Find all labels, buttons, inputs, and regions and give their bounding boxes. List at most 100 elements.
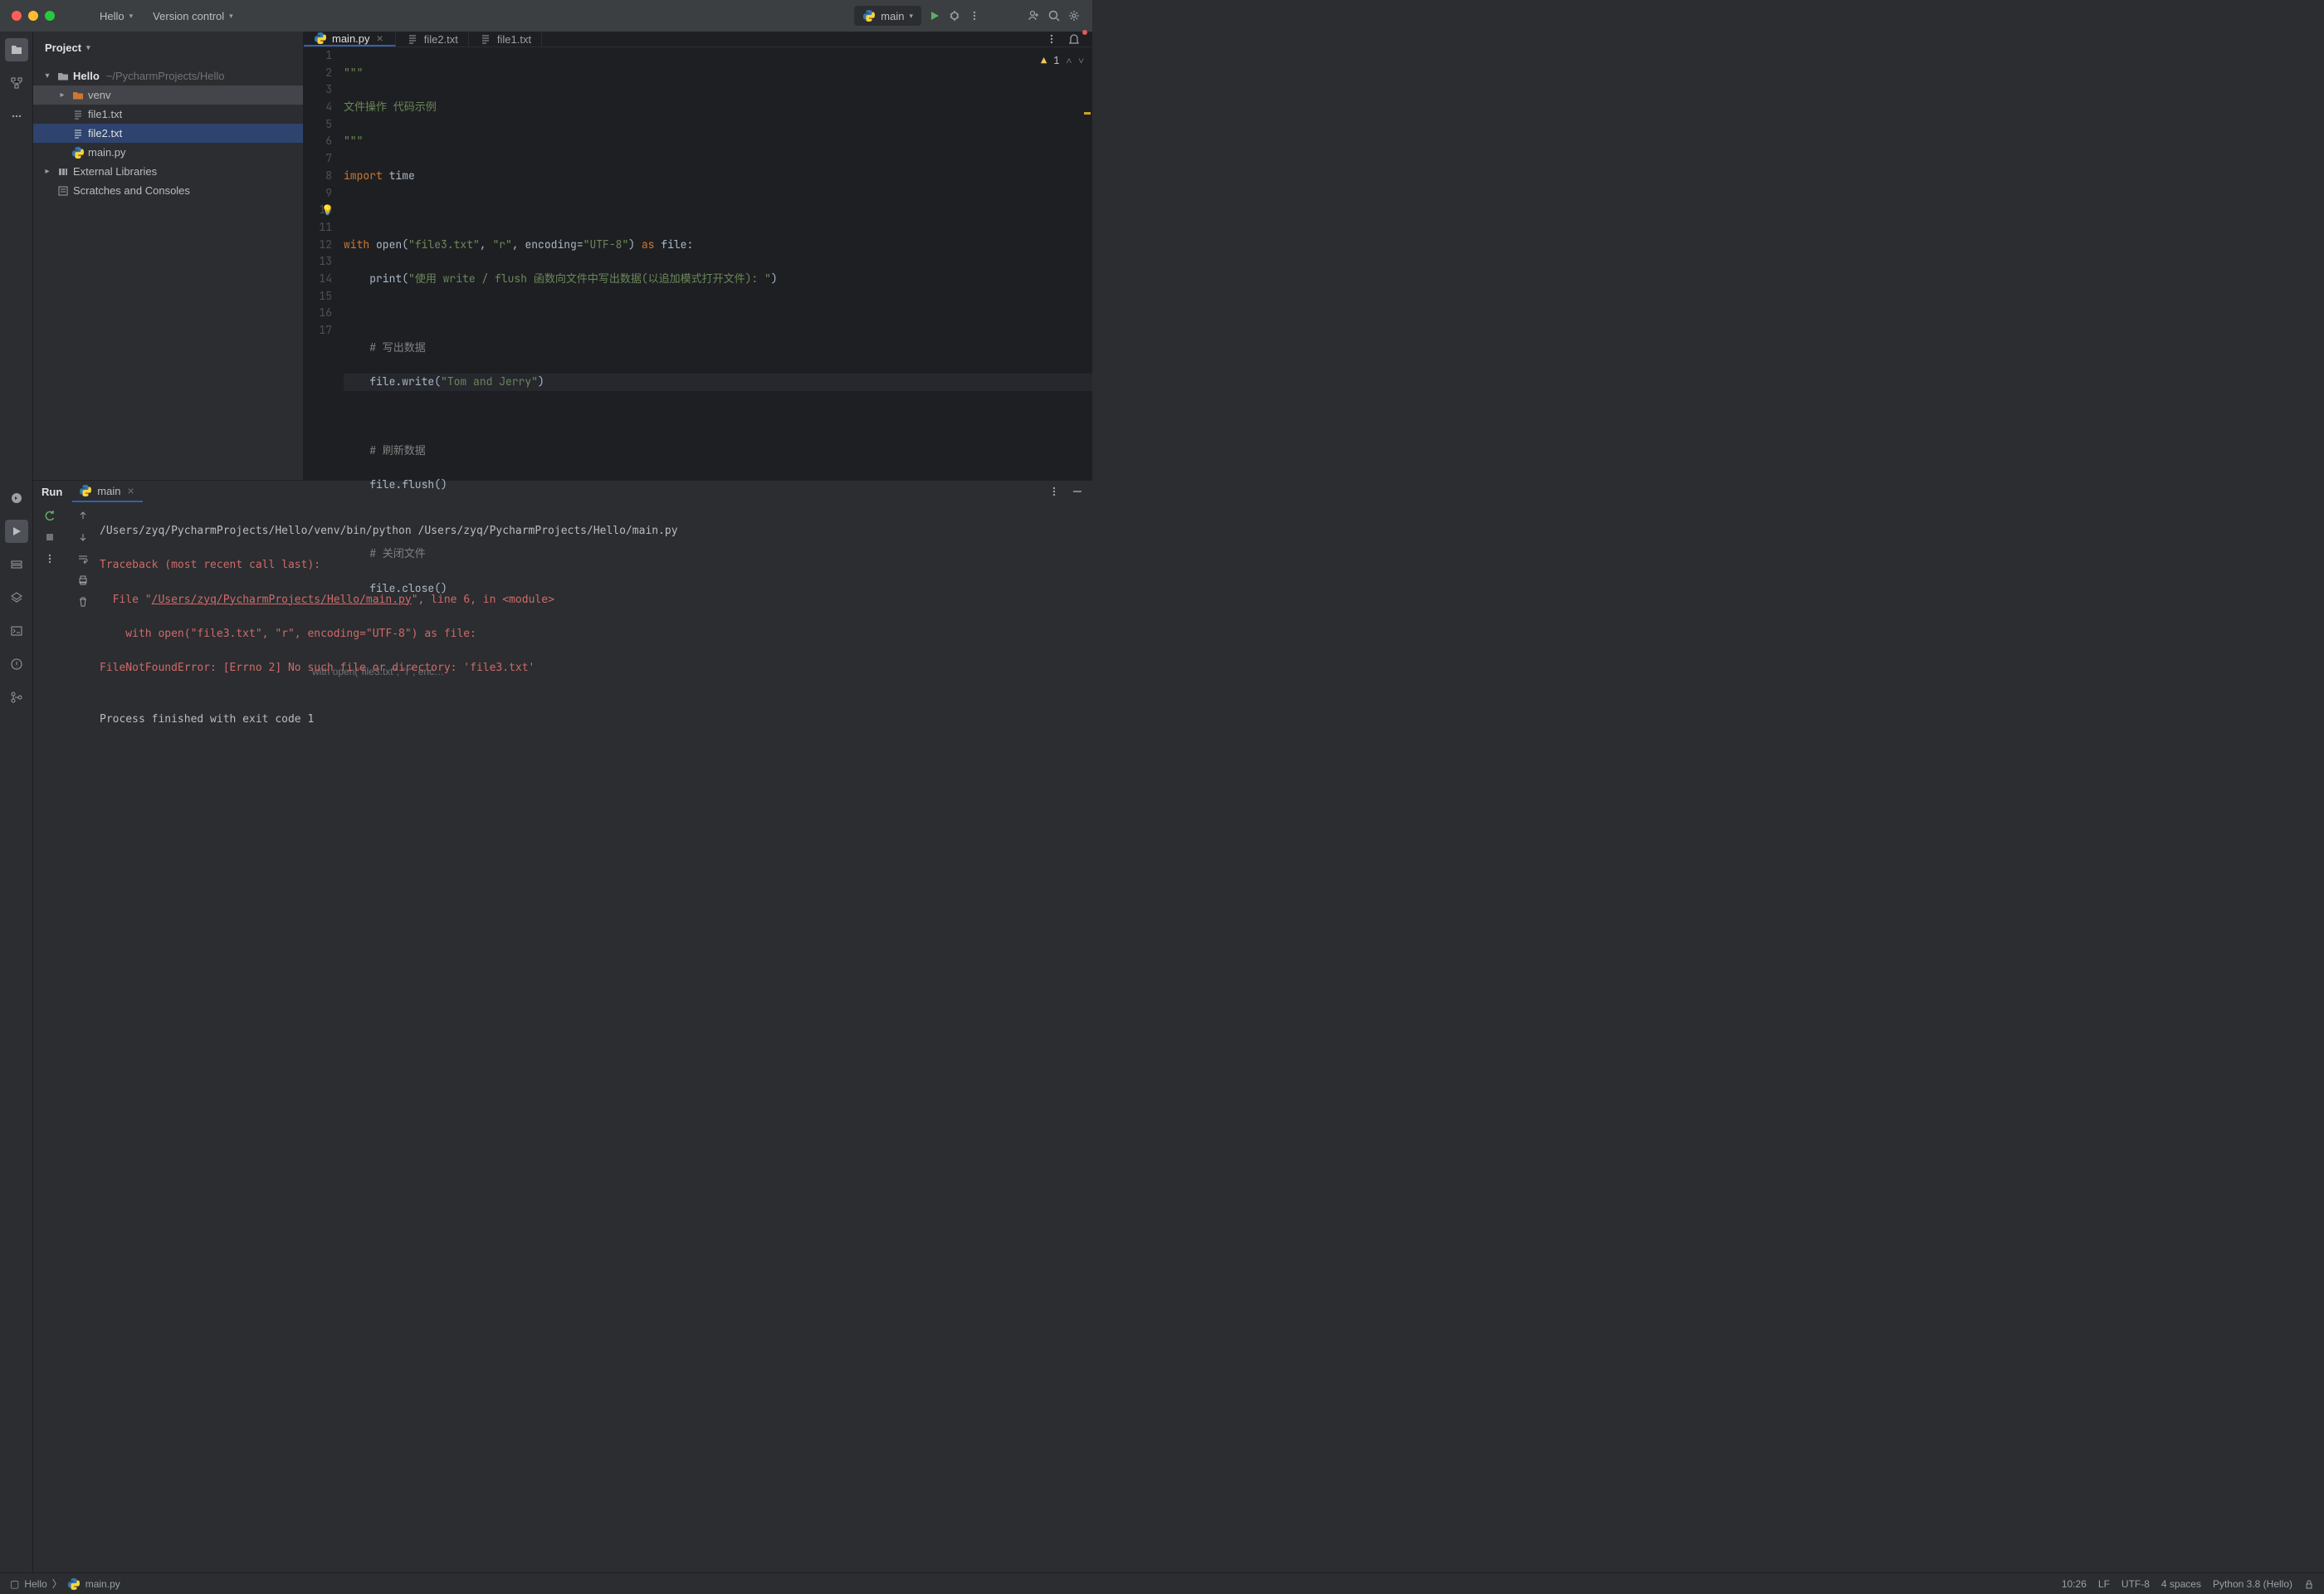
close-window[interactable] [12, 11, 22, 21]
terminal-button[interactable] [5, 619, 28, 643]
problems-button[interactable] [5, 653, 28, 676]
vcs-label: Version control [153, 10, 224, 22]
scroll-up-icon[interactable] [76, 509, 90, 522]
scratch-icon [56, 184, 70, 198]
titlebar: Hello ▾ Version control ▾ main ▾ [0, 0, 1092, 32]
code-area[interactable]: ▲ 1 ˄ ˅ 123456789 💡10 11121314151617 """… [304, 47, 1092, 666]
console-line: Process finished with exit code 1 [100, 711, 1092, 729]
tree-scratch[interactable]: Scratches and Consoles [33, 181, 303, 200]
notifications-icon[interactable] [1062, 32, 1086, 46]
debug-button[interactable] [948, 9, 961, 22]
text-file-icon [479, 32, 492, 46]
left-toolbar [0, 32, 33, 480]
run-tab-label: main [97, 485, 120, 497]
stop-icon[interactable] [43, 531, 56, 544]
status-breadcrumb[interactable]: ▢ Hello 〉 main.py [10, 1577, 120, 1591]
project-panel: Project ▾ ▾ Hello ~/PycharmProjects/Hell… [33, 32, 304, 480]
run-more-actions[interactable] [43, 552, 56, 565]
editor-tabs: main.py × file2.txt file1.txt [304, 32, 1092, 47]
close-tab-icon[interactable]: × [125, 484, 135, 497]
tree-venv[interactable]: ▸ venv [33, 86, 303, 105]
file-encoding[interactable]: UTF-8 [2121, 1578, 2150, 1590]
git-button[interactable] [5, 686, 28, 709]
run-tool-button[interactable] [5, 520, 28, 543]
lock-icon[interactable] [2304, 1579, 2314, 1589]
tab-more-icon[interactable] [1041, 32, 1062, 46]
tree-label: main.py [88, 146, 126, 159]
tree-file2[interactable]: file2.txt [33, 124, 303, 143]
expand-icon[interactable]: ▾ [42, 71, 53, 81]
print-icon[interactable] [76, 574, 90, 587]
tree-mainpy[interactable]: main.py [33, 143, 303, 162]
project-menu[interactable]: Hello ▾ [93, 7, 139, 26]
python-icon [314, 32, 327, 45]
python-icon [862, 9, 876, 22]
text-file-icon [71, 108, 85, 121]
run-button[interactable] [928, 9, 941, 22]
python-icon [79, 484, 92, 497]
maximize-window[interactable] [45, 11, 55, 21]
project-tool-button[interactable] [5, 38, 28, 61]
tab-label: file1.txt [497, 33, 531, 46]
soft-wrap-icon[interactable] [76, 552, 90, 565]
gutter: 123456789 💡10 11121314151617 [304, 47, 344, 666]
scroll-down-icon[interactable] [76, 531, 90, 544]
run-title: Run [42, 486, 62, 498]
search-icon[interactable] [1047, 9, 1061, 22]
intention-bulb-icon[interactable]: 💡 [321, 202, 334, 219]
run-config-selector[interactable]: main ▾ [854, 6, 921, 26]
tree-root[interactable]: ▾ Hello ~/PycharmProjects/Hello [33, 66, 303, 86]
run-tab[interactable]: main × [72, 481, 142, 502]
chevron-down-icon: ▾ [909, 12, 913, 21]
tree-label: file1.txt [88, 108, 122, 120]
python-icon [71, 146, 85, 159]
packages-button[interactable] [5, 553, 28, 576]
minimize-window[interactable] [28, 11, 38, 21]
text-file-icon [406, 32, 419, 46]
folder-icon [56, 70, 70, 83]
tree-extlib[interactable]: ▸ External Libraries [33, 162, 303, 181]
delete-icon[interactable] [76, 595, 90, 609]
tree-file1[interactable]: file1.txt [33, 105, 303, 124]
crumb-project: Hello [24, 1578, 46, 1590]
structure-tool-button[interactable] [5, 71, 28, 95]
tree-label: External Libraries [73, 165, 157, 178]
folder-icon [71, 89, 85, 102]
left-toolbar-bottom [0, 480, 33, 1572]
library-icon [56, 165, 70, 178]
caret-position[interactable]: 10:26 [2062, 1578, 2087, 1590]
crumb-file: main.py [85, 1578, 120, 1590]
more-actions[interactable] [968, 9, 981, 22]
chevron-right-icon: 〉 [52, 1577, 62, 1591]
more-tool-button[interactable] [5, 105, 28, 128]
chevron-down-icon: ▾ [86, 43, 90, 52]
python-console-button[interactable] [5, 487, 28, 510]
vcs-menu[interactable]: Version control ▾ [146, 7, 240, 26]
expand-icon[interactable]: ▸ [56, 90, 68, 100]
root-name: Hello [73, 70, 100, 82]
code-with-me-icon[interactable] [1028, 9, 1041, 22]
settings-icon[interactable] [1067, 9, 1081, 22]
close-tab-icon[interactable]: × [375, 32, 385, 45]
chevron-down-icon: ▾ [129, 12, 134, 21]
tab-file1[interactable]: file1.txt [469, 32, 542, 46]
tab-file2[interactable]: file2.txt [396, 32, 469, 46]
chevron-down-icon: ▾ [229, 12, 233, 21]
services-button[interactable] [5, 586, 28, 609]
run-actions-2 [66, 502, 100, 767]
interpreter[interactable]: Python 3.8 (Hello) [2213, 1578, 2292, 1590]
tab-mainpy[interactable]: main.py × [304, 32, 396, 46]
code-body[interactable]: """ 文件操作 代码示例 """ import time with open(… [344, 47, 1092, 666]
line-separator[interactable]: LF [2098, 1578, 2110, 1590]
tab-label: main.py [332, 32, 370, 45]
project-panel-header[interactable]: Project ▾ [33, 32, 303, 63]
root-path: ~/PycharmProjects/Hello [106, 70, 225, 82]
rerun-icon[interactable] [43, 509, 56, 522]
tree-label: Scratches and Consoles [73, 184, 190, 197]
text-file-icon [71, 127, 85, 140]
module-icon: ▢ [10, 1578, 19, 1590]
indent-setting[interactable]: 4 spaces [2161, 1578, 2201, 1590]
python-icon [67, 1577, 81, 1591]
expand-icon[interactable]: ▸ [42, 167, 53, 176]
run-actions-1 [33, 502, 66, 767]
